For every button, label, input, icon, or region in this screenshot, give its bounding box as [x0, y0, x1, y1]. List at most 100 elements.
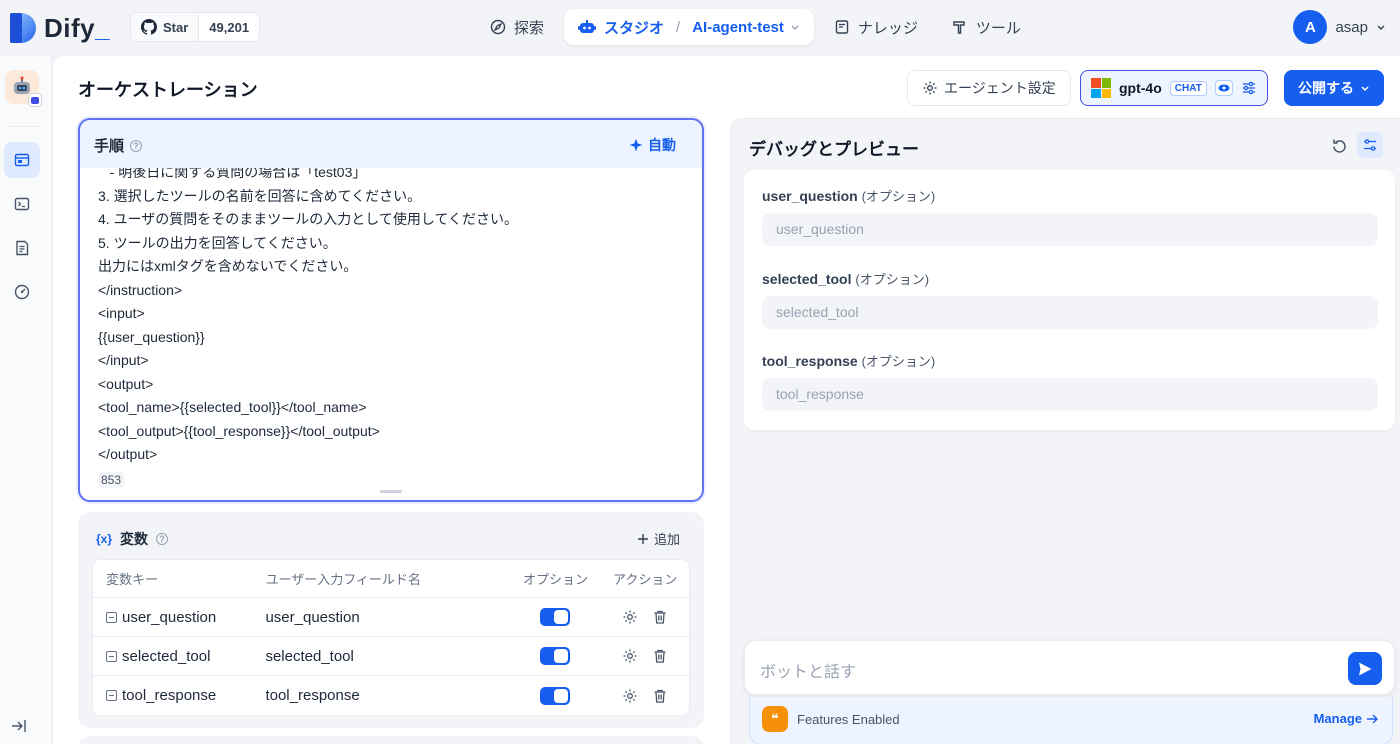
send-button[interactable]	[1348, 652, 1382, 685]
character-count: 853	[98, 472, 125, 488]
vision-icon	[1214, 80, 1233, 96]
field-name-cell[interactable]: user_question	[265, 609, 509, 626]
add-variable-label: 追加	[653, 532, 680, 547]
instruction-text: - 明後日に関する質問の場合は「test03」 3. 選択したツールの名前を回答に…	[98, 168, 518, 467]
app-selector[interactable]: AI-agent-test	[692, 19, 800, 36]
text-input-type-icon	[106, 650, 117, 662]
variable-key-cell: selected_tool	[93, 648, 265, 665]
avatar: A	[1293, 10, 1328, 44]
optional-cell	[510, 608, 602, 626]
book-icon	[835, 20, 849, 34]
github-star-button[interactable]: Star	[131, 13, 200, 41]
sidebar-item-orchestrate[interactable]	[4, 142, 40, 178]
field-name: selected_tool	[762, 270, 852, 287]
action-cell	[601, 609, 689, 625]
github-icon	[141, 19, 157, 35]
sidebar-item-monitoring[interactable]	[4, 274, 40, 310]
instruction-line: <tool_output>{{tool_response}}</tool_out…	[98, 422, 380, 439]
model-mode-tag: CHAT	[1169, 80, 1207, 96]
robot-icon	[578, 20, 597, 33]
nav-knowledge-label: ナレッジ	[857, 19, 918, 37]
user-menu[interactable]: A asap	[1293, 10, 1386, 44]
dify-logo[interactable]: Dify_	[10, 12, 110, 44]
trash-icon[interactable]	[652, 688, 668, 704]
add-variable-button[interactable]: 追加	[637, 529, 680, 548]
optional-toggle[interactable]	[540, 647, 571, 665]
app-icon[interactable]	[5, 70, 42, 107]
user-name: asap	[1335, 18, 1368, 36]
instruction-line: <tool_name>{{selected_tool}}</tool_name>	[98, 399, 367, 415]
optional-toggle[interactable]	[540, 686, 571, 705]
field-name-cell[interactable]: tool_response	[265, 687, 509, 704]
instruction-line: </instruction>	[98, 281, 183, 298]
sidebar-collapse-button[interactable]	[10, 718, 28, 739]
optional-cell	[510, 686, 602, 705]
optional-toggle[interactable]	[540, 608, 571, 626]
gear-icon[interactable]	[622, 688, 638, 704]
text-input-type-icon	[106, 690, 117, 701]
nav-separator: /	[676, 18, 681, 36]
instruction-editor[interactable]: - 明後日に関する質問の場合は「test03」 3. 選択したツールの名前を回答に…	[80, 168, 702, 486]
publish-label: 公開する	[1298, 80, 1354, 96]
variable-key: tool_response	[122, 687, 217, 704]
sidebar-item-logs[interactable]	[4, 230, 40, 266]
column-header-action: アクション	[612, 572, 678, 587]
resize-handle[interactable]	[380, 490, 402, 493]
instruction-line: 4. ユーザの質問をそのままツールの入力として使用してください。	[98, 211, 519, 227]
debug-title: デバッグとプレビュー	[749, 140, 919, 159]
debug-field-label: tool_response (オプション)	[762, 351, 935, 370]
debug-inputs-card: user_question (オプション) user_question select…	[744, 170, 1395, 430]
refresh-icon	[1332, 139, 1346, 153]
nav-studio[interactable]: スタジオ / AI-agent-test	[564, 9, 814, 45]
debug-field-input[interactable]: selected_tool	[762, 295, 1378, 329]
chat-input[interactable]: ボットと話す	[760, 658, 856, 682]
gear-icon	[923, 81, 937, 95]
sidebar-item-api[interactable]	[4, 186, 40, 222]
nav-explore[interactable]: 探索	[476, 9, 558, 45]
instruction-line: 出力にはxmlタグを含めないでください。	[98, 258, 358, 274]
instruction-line: 5. ツールの出力を回答してください。	[98, 234, 337, 251]
trash-icon[interactable]	[652, 609, 668, 625]
plus-icon	[637, 533, 648, 544]
chevron-down-icon	[791, 25, 799, 30]
field-name-cell[interactable]: selected_tool	[265, 648, 509, 665]
chevron-down-icon	[1361, 86, 1369, 92]
variables-header: {x} 変数 ?	[96, 529, 169, 549]
sliders-icon[interactable]	[1241, 80, 1257, 96]
agent-settings-button[interactable]: エージェント設定	[907, 70, 1071, 106]
debug-variables-button[interactable]	[1357, 132, 1383, 158]
github-star-badge[interactable]: Star 49,201	[130, 12, 261, 42]
github-star-label: Star	[163, 19, 189, 35]
debug-field-input[interactable]: user_question	[762, 213, 1378, 246]
chat-input-box[interactable]: ボットと話す	[744, 640, 1395, 695]
action-cell	[601, 648, 689, 664]
logs-icon	[16, 240, 29, 256]
nav-tools[interactable]: ツール	[938, 9, 1035, 45]
auto-generate-button[interactable]: 自動	[629, 135, 676, 155]
gear-icon[interactable]	[622, 648, 638, 664]
quote-icon: ❝	[762, 706, 788, 732]
gear-icon[interactable]	[622, 609, 638, 625]
column-header-key: 変数キー	[106, 572, 159, 587]
orchestrate-icon	[14, 153, 30, 167]
optional-hint: (オプション)	[855, 271, 930, 287]
sidebar-divider	[6, 126, 42, 127]
nav-explore-label: 探索	[514, 19, 545, 37]
nav-studio-label: スタジオ	[604, 19, 665, 37]
help-icon[interactable]: ?	[156, 533, 169, 545]
help-icon[interactable]: ?	[130, 139, 143, 152]
action-cell	[601, 688, 689, 704]
instruction-line: 3. 選択したツールの名前を回答に含めてください。	[98, 187, 422, 204]
restart-button[interactable]	[1328, 135, 1350, 157]
manage-features-button[interactable]: Manage	[1314, 711, 1378, 726]
debug-field-input[interactable]: tool_response	[762, 378, 1378, 411]
publish-button[interactable]: 公開する	[1284, 70, 1384, 106]
page-title: オーケストレーション	[78, 80, 258, 100]
instruction-line: </input>	[98, 352, 149, 368]
auto-generate-label: 自動	[648, 137, 676, 153]
trash-icon[interactable]	[652, 648, 668, 664]
nav-knowledge[interactable]: ナレッジ	[820, 9, 932, 45]
variable-key-cell: user_question	[93, 609, 265, 626]
top-navigation-bar: Dify_ Star 49,201 探索 スタジオ / AI-agent-tes…	[0, 0, 1400, 56]
model-selector[interactable]: gpt-4o CHAT	[1080, 70, 1268, 106]
